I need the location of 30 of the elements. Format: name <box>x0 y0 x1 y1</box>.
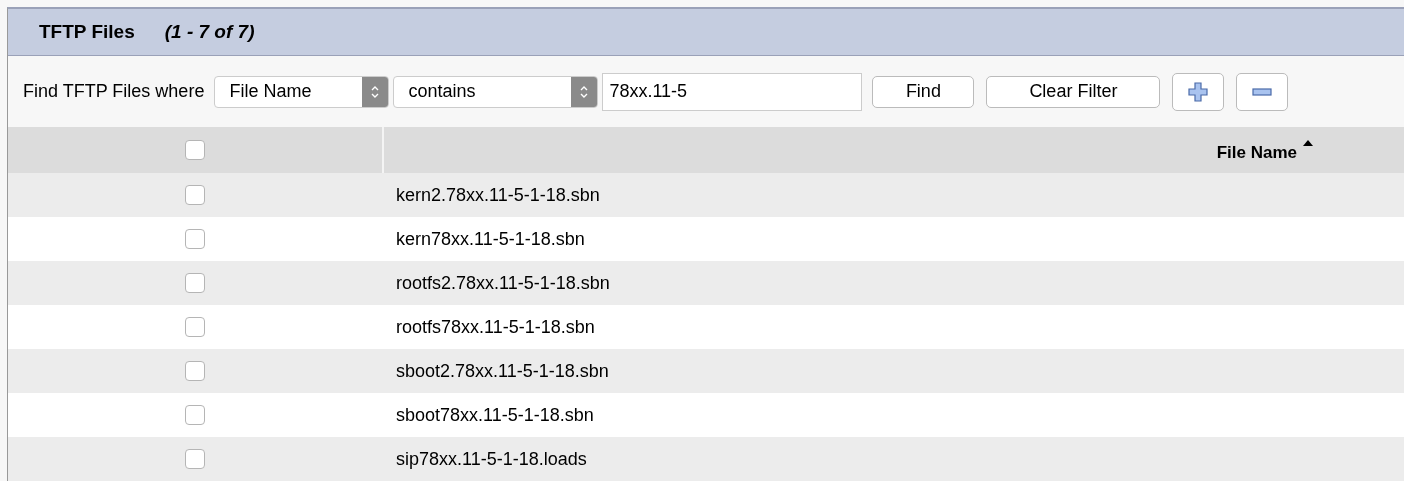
table-cell: sboot78xx.11-5-1-18.sbn <box>396 404 594 426</box>
row-checkbox[interactable] <box>185 229 205 249</box>
row-checkbox[interactable] <box>185 273 205 293</box>
table-cell: kern78xx.11-5-1-18.sbn <box>396 228 585 250</box>
field-select[interactable]: File Name <box>214 75 390 108</box>
select-all-checkbox[interactable] <box>185 140 205 160</box>
table-cell: rootfs2.78xx.11-5-1-18.sbn <box>396 272 610 294</box>
table-cell: kern2.78xx.11-5-1-18.sbn <box>396 184 600 206</box>
row-checkbox[interactable] <box>185 317 205 337</box>
operator-select[interactable]: contains <box>393 75 599 108</box>
plus-icon <box>1187 80 1210 103</box>
remove-button[interactable] <box>1236 72 1289 111</box>
record-count: (1 - 7 of 7) <box>164 21 255 43</box>
table-cell: sip78xx.11-5-1-18.loads <box>396 448 587 470</box>
minus-icon <box>1251 86 1274 97</box>
find-button[interactable]: Find <box>872 75 975 108</box>
row-checkbox[interactable] <box>185 185 205 205</box>
column-header[interactable]: File Name <box>1216 137 1314 163</box>
table-cell: rootfs78xx.11-5-1-18.sbn <box>396 316 595 338</box>
filter-label: Find TFTP Files where <box>23 81 205 102</box>
panel-title: TFTP Files <box>39 21 135 43</box>
chevron-icon <box>362 76 389 107</box>
clear-filter-button[interactable]: Clear Filter <box>986 75 1161 108</box>
row-checkbox[interactable] <box>185 449 205 469</box>
table-cell: sboot2.78xx.11-5-1-18.sbn <box>396 360 609 382</box>
add-button[interactable] <box>1172 72 1225 111</box>
row-checkbox[interactable] <box>185 361 205 381</box>
search-field[interactable]: 78xx.11-5 <box>602 72 863 111</box>
row-checkbox[interactable] <box>185 405 205 425</box>
chevron-icon <box>571 76 598 107</box>
